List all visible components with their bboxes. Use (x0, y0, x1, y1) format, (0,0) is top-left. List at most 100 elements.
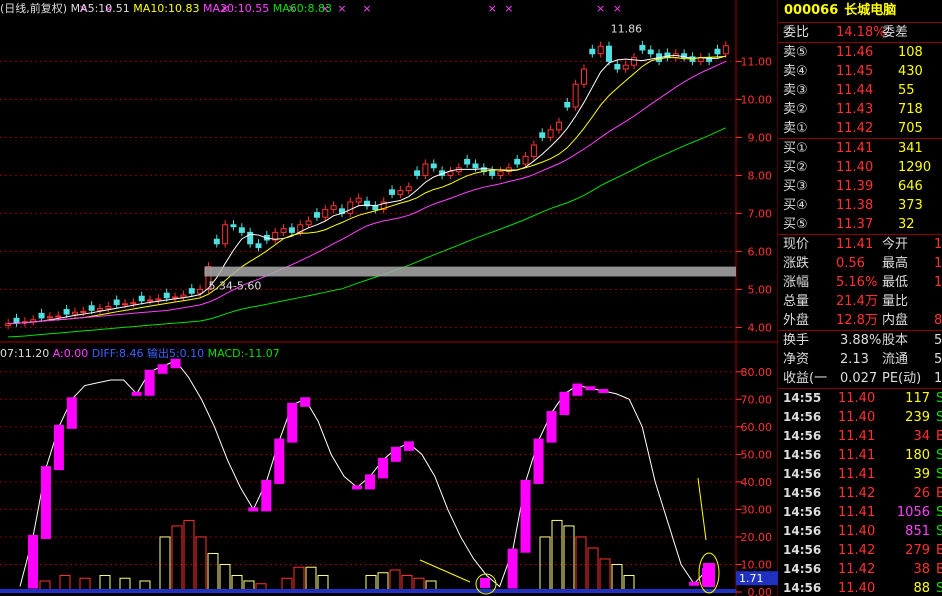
candle-up (397, 190, 404, 195)
stat-value: 1 (934, 371, 942, 386)
stat-label: PE(动) (882, 371, 922, 386)
candle-down (288, 227, 295, 233)
bid-row: 买② 11.40 1290 (778, 158, 942, 177)
tick-row: 14:56 11.41 39 S (778, 465, 942, 484)
stat-label: 收益(一 (783, 371, 828, 386)
candle-up (280, 228, 287, 233)
tick-flag: S (936, 391, 942, 406)
tick-flag: S (936, 505, 942, 520)
candle-up (547, 129, 554, 138)
stat-label: 内盘 (882, 313, 909, 328)
ask-price: 11.43 (836, 102, 874, 117)
indicator-block (520, 479, 531, 553)
stat-row: 涨幅 5.16% 最低 1 (778, 273, 942, 292)
candle-up (622, 64, 629, 70)
candle-up (222, 224, 229, 245)
stat-value: 0.027 (840, 371, 878, 386)
indicator-tick-label: 80.00 (741, 366, 773, 379)
candle-down (372, 205, 379, 211)
kline-chart[interactable]: 5.34-5.6011.86× × × × × × × × × × × 11.0010.009.00… (0, 0, 778, 596)
candle-up (405, 186, 412, 192)
candle-up (71, 311, 78, 315)
price-tick-label: 4.00 (748, 321, 773, 334)
tick-flag: S (936, 410, 942, 425)
ask-label: 卖① (783, 121, 808, 136)
indicator-block (703, 563, 715, 587)
stat-value: 5 (934, 333, 942, 348)
candle-up (147, 299, 154, 302)
tick-volume: 180 (905, 448, 930, 463)
tick-price: 11.40 (838, 581, 876, 596)
candle-down (614, 63, 621, 70)
bid-price: 11.38 (836, 198, 874, 213)
candle-down (464, 158, 471, 165)
ask-price: 11.42 (836, 121, 874, 136)
ask-label: 卖④ (783, 64, 808, 79)
tick-row: 14:56 11.40 88 S (778, 579, 942, 596)
stat-value: 5. (934, 352, 942, 367)
bid-list: 买① 11.41 341 买② 11.40 1290 买③ 11.39 646 买④ 11.38 37… (778, 139, 942, 235)
bid-volume: 341 (898, 141, 923, 156)
candle-up (330, 205, 337, 211)
candle-down (514, 158, 521, 165)
indicator-block (27, 534, 38, 589)
candle-up (422, 163, 429, 176)
stat-label: 现价 (783, 237, 810, 252)
stat-row: 净资 2.13 流通 5. (778, 350, 942, 369)
candle-down (430, 163, 437, 169)
tick-time: 14:56 (783, 581, 822, 595)
tick-volume: 239 (905, 410, 930, 425)
price-tick-label: 7.00 (748, 207, 773, 220)
tick-row: 14:56 11.40 239 S (778, 408, 942, 427)
tick-row: 14:56 11.42 279 B (778, 541, 942, 560)
bid-volume: 32 (898, 217, 915, 232)
tick-price: 11.41 (838, 448, 876, 463)
weicha-label: 委差 (882, 25, 909, 40)
tick-flag: B (936, 429, 942, 444)
stat-value: 8 (934, 313, 942, 328)
indicator-block (598, 389, 609, 394)
candle-down (389, 189, 396, 195)
tick-price: 11.41 (838, 429, 876, 444)
tick-time: 14:56 (783, 562, 822, 576)
stat-label: 涨幅 (783, 275, 810, 290)
candle-down (163, 292, 170, 299)
signal-marker: × (596, 2, 605, 15)
candle-up (96, 307, 103, 311)
tick-volume: 39 (913, 467, 930, 482)
ask-label: 卖② (783, 102, 808, 117)
candle-up (80, 310, 87, 313)
ask-price: 11.45 (836, 64, 874, 79)
indicator-tick-label: 50.00 (741, 448, 773, 461)
candle-down (138, 295, 145, 302)
candle-down (489, 170, 496, 176)
bid-price: 11.40 (836, 160, 874, 175)
tick-row: 14:56 11.42 38 B (778, 560, 942, 579)
stat-row: 外盘 12.8万 内盘 8 (778, 311, 942, 330)
stat-value: 1 (934, 237, 942, 252)
lower-out: 输出5:0.10 (146, 347, 205, 360)
ask-volume: 718 (898, 102, 923, 117)
indicator-block (572, 383, 583, 396)
tick-row: 14:56 11.41 1056 S (778, 503, 942, 522)
stat-value: 21.4万 (836, 294, 878, 309)
candle-up (530, 144, 537, 157)
indicator-block (66, 397, 77, 429)
candle-up (155, 298, 162, 301)
legend-ma60: MA60:8.83 (272, 2, 332, 15)
stats-secondary: 换手 3.88%股本 5 净资 2.13 流通 5. 收益(一 0.027 PE(动) 1 (778, 331, 942, 389)
bid-price: 11.41 (836, 141, 874, 156)
candle-up (522, 155, 529, 165)
legend-ma5: MA5:10.51 (70, 2, 130, 15)
quote-panel: 000066 长城电脑 委比 14.18% 委差 卖⑤ 11.46 108 卖④ 11.4… (778, 0, 942, 596)
stat-value: 11.41 (836, 237, 874, 252)
tick-time: 14:56 (783, 429, 822, 443)
tick-price: 11.41 (838, 505, 876, 520)
lower-macd: MACD:-11.07 (207, 347, 280, 360)
ask-row: 卖⑤ 11.46 108 (778, 43, 942, 62)
candle-down (63, 309, 70, 315)
tick-volume: 279 (905, 543, 930, 558)
tick-row: 14:56 11.40 851 S (778, 522, 942, 541)
stat-value: 12.8万 (836, 313, 878, 328)
indicator-block (403, 441, 414, 451)
